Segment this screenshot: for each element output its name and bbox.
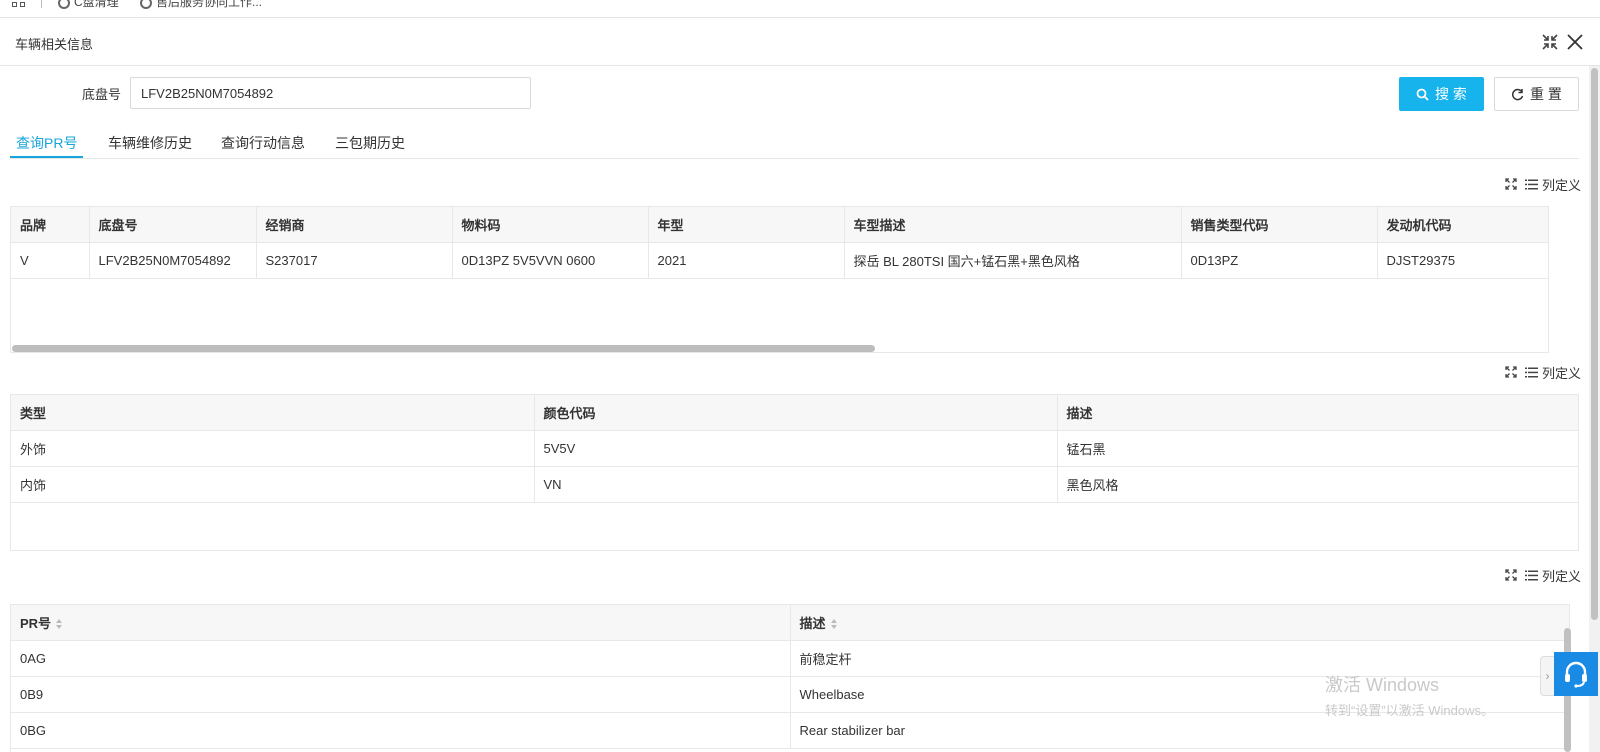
bookmark-item[interactable]: C盘清理 [58,0,119,10]
column-header-sortable[interactable]: 描述 [790,605,1569,641]
bookmark-favicon-icon [140,0,152,9]
column-header-label: 描述 [799,615,826,631]
bookmark-favicon-icon [58,0,70,9]
horizontal-scrollbar[interactable] [12,345,875,352]
page-scrollbar-thumb[interactable] [1591,68,1598,620]
fullscreen-icon[interactable] [1505,366,1517,378]
tab-repair-history[interactable]: 车辆维修历史 [108,133,192,153]
column-header[interactable]: 车型描述 [844,207,1182,243]
sort-icon[interactable] [830,618,838,630]
reset-button[interactable]: 重 置 [1494,77,1579,111]
column-header-sortable[interactable]: PR号 [11,605,791,641]
column-header[interactable]: 颜色代码 [534,395,1058,431]
chassis-label: 底盘号 [82,87,122,102]
table-cell: 0B9 [11,676,791,713]
table-cell: 0D13PZ [1181,242,1378,279]
windows-watermark-subtitle: 转到“设置”以激活 Windows。 [1325,703,1495,718]
fullscreen-icon[interactable] [1505,178,1517,190]
column-header[interactable]: 类型 [11,395,535,431]
table-toolbar: 列定义 [1505,175,1581,193]
headset-icon[interactable] [1554,652,1598,696]
bookmark-bar: C盘清理 售后服务协同工作... [0,0,1600,18]
column-def-button[interactable]: 列定义 [1524,363,1581,382]
column-def-label: 列定义 [1541,177,1581,193]
bookmark-item[interactable]: 售后服务协同工作... [140,0,262,10]
table-cell: DJST29375 [1377,242,1548,279]
column-header[interactable]: 描述 [1057,395,1578,431]
table-cell: 0D13PZ 5V5VVN 0600 [452,242,649,279]
chevron-right-icon[interactable]: › [1540,656,1554,696]
table-cell: 0AG [11,640,791,677]
table-cell: VN [534,466,1058,503]
bookmark-label: 售后服务协同工作... [156,0,263,9]
table-cell: V [11,242,90,279]
column-header[interactable]: 发动机代码 [1377,207,1548,243]
column-def-label: 列定义 [1541,365,1581,381]
table-row[interactable]: V LFV2B25N0M7054892 S237017 0D13PZ 5V5VV… [11,242,1548,279]
sort-icon[interactable] [55,618,63,630]
tab-active-indicator [10,156,83,158]
fullscreen-icon[interactable] [1505,569,1517,581]
table-cell: 0BG [11,712,791,749]
table-header-row: 品牌 底盘号 经销商 物料码 年型 车型描述 销售类型代码 发动机代码 [11,207,1548,243]
column-header[interactable]: 底盘号 [89,207,257,243]
close-icon[interactable] [1564,31,1586,53]
table-row[interactable]: 外饰 5V5V 锰石黑 [11,430,1578,467]
tab-bar: 查询PR号 车辆维修历史 查询行动信息 三包期历史 [10,128,1579,159]
column-header[interactable]: 品牌 [11,207,90,243]
table-cell: 外饰 [11,430,535,467]
tab-query-pr[interactable]: 查询PR号 [16,133,77,153]
bookmark-separator [41,0,42,8]
table-header-row: 类型 颜色代码 描述 [11,395,1578,431]
list-icon [1524,570,1538,580]
tab-action-info[interactable]: 查询行动信息 [221,133,305,153]
list-icon [1524,179,1538,189]
dialog-header: 车辆相关信息 [0,19,1600,66]
bookmark-label: C盘清理 [74,0,119,9]
table-toolbar: 列定义 [1505,566,1581,584]
table-cell: 锰石黑 [1057,430,1578,467]
table-toolbar: 列定义 [1505,363,1581,381]
tab-warranty-history[interactable]: 三包期历史 [335,133,405,153]
table-cell: 5V5V [534,430,1058,467]
dialog-title: 车辆相关信息 [15,37,94,52]
reset-button-label: 重 置 [1530,86,1562,102]
color-table: 类型 颜色代码 描述 外饰 5V5V 锰石黑 内饰 VN 黑色风格 [10,394,1579,551]
customer-support-widget[interactable]: › [1540,652,1600,700]
table-cell: 黑色风格 [1057,466,1578,503]
search-icon [1416,88,1429,101]
table-cell: 探岳 BL 280TSI 国六+锰石黑+黑色风格 [844,242,1182,279]
vehicle-table: 品牌 底盘号 经销商 物料码 年型 车型描述 销售类型代码 发动机代码 V LF… [10,206,1549,353]
column-header[interactable]: 经销商 [256,207,453,243]
column-header-label: PR号 [20,615,52,631]
table-cell: 2021 [648,242,845,279]
table-cell: 前稳定杆 [790,640,1569,677]
column-header[interactable]: 销售类型代码 [1181,207,1378,243]
column-header[interactable]: 物料码 [452,207,649,243]
chassis-input[interactable] [130,77,531,109]
search-button[interactable]: 搜 索 [1399,77,1484,111]
list-icon [1524,367,1538,377]
apps-grid-icon[interactable] [12,0,26,8]
search-button-label: 搜 索 [1435,86,1467,102]
collapse-icon[interactable] [1539,31,1561,53]
column-def-label: 列定义 [1541,568,1581,584]
table-header-row: PR号 描述 [11,605,1569,641]
windows-watermark-title: 激活 Windows [1325,675,1440,695]
column-def-button[interactable]: 列定义 [1524,175,1581,194]
table-cell: S237017 [256,242,453,279]
table-row[interactable]: 内饰 VN 黑色风格 [11,466,1578,503]
table-cell: LFV2B25N0M7054892 [89,242,257,279]
column-header[interactable]: 年型 [648,207,845,243]
table-cell: 内饰 [11,466,535,503]
refresh-icon [1512,88,1524,100]
column-def-button[interactable]: 列定义 [1524,566,1581,585]
